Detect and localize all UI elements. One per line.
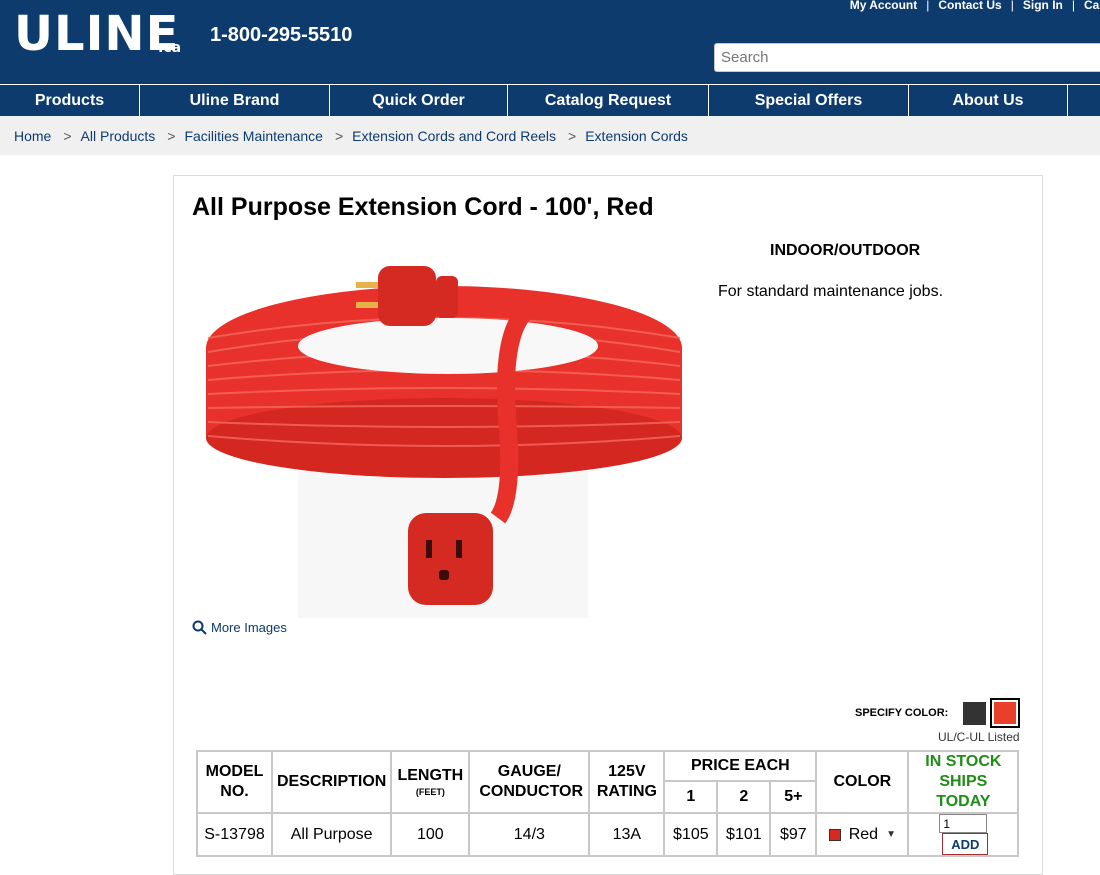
site-header: ULINE .ca 1-800-295-5510 My Account | Cont… [0,0,1100,84]
breadcrumb-separator: > [568,127,577,144]
nav-products[interactable]: Products [0,85,140,116]
in-stock-text: IN STOCK [925,753,1002,770]
header-length-text: LENGTH [397,767,464,784]
feature-heading: INDOOR/OUTDOOR [770,242,921,259]
header-gauge-text: GAUGE/ CONDUCTOR [479,763,584,800]
header-length: LENGTH (FEET) [390,750,471,814]
more-images-label: More Images [211,620,287,635]
nav-uline-brand[interactable]: Uline Brand [140,85,330,116]
breadcrumb: Home > All Products > Facilities Mainten… [0,116,1100,155]
header-gauge: GAUGE/ CONDUCTOR [468,750,591,814]
breadcrumb-facilities-maintenance[interactable]: Facilities Maintenance [184,128,323,144]
product-table: MODEL NO. DESCRIPTION LENGTH (FEET) GAUG… [196,749,1020,857]
nav-quick-order[interactable]: Quick Order [330,85,508,116]
breadcrumb-all-products[interactable]: All Products [81,128,156,144]
cell-length: 100 [390,812,471,857]
cell-description: All Purpose [270,812,393,857]
contact-us-link[interactable]: Contact Us [938,0,1001,12]
cell-price-5plus: $97 [769,812,818,857]
header-color: COLOR [815,750,910,814]
color-swatch-black[interactable] [963,702,986,725]
header-rating: 125V RATING [588,750,666,814]
specify-color-label: SPECIFY COLOR: [855,707,949,719]
sign-in-link[interactable]: Sign In [1023,0,1063,12]
header-stock: IN STOCK SHIPS TODAY [907,750,1020,814]
header-model: MODEL NO. [196,750,273,814]
nav-catalog-request[interactable]: Catalog Request [508,85,709,116]
divider: | [1010,0,1014,12]
header-qty-2: 2 [716,780,772,814]
feature-text: For standard maintenance jobs. [718,283,944,300]
nav-about-us[interactable]: About Us [909,85,1068,116]
chevron-down-icon: ▼ [886,829,896,840]
red-swatch-fill [994,702,1016,724]
nav-special-offers[interactable]: Special Offers [709,85,909,116]
cart-link[interactable]: Cart [1084,0,1100,12]
divider: | [926,0,930,12]
product-image[interactable] [198,248,692,618]
phone-number: 1-800-295-5510 [210,24,353,46]
header-rating-text: 125V RATING [596,763,657,800]
header-model-text: MODEL NO. [205,763,264,800]
page-title: All Purpose Extension Cord - 100', Red [192,193,654,221]
cell-gauge: 14/3 [468,812,591,857]
top-links: My Account | Contact Us | Sign In | Cart [850,0,1100,12]
breadcrumb-separator: > [63,127,72,144]
main-nav: Products Uline Brand Quick Order Catalog… [0,84,1100,116]
header-qty-5plus: 5+ [769,780,818,814]
red-color-icon [828,828,841,841]
cell-rating: 13A [588,812,666,857]
add-to-cart-button[interactable]: ADD [942,833,989,855]
table-row: S-13798 All Purpose 100 14/3 13A $105 $1… [196,812,1020,857]
search-input[interactable] [714,43,1100,72]
header-price-each: PRICE EACH [663,749,818,783]
breadcrumb-home[interactable]: Home [14,128,51,144]
quantity-input[interactable] [939,814,988,833]
header-length-unit: (FEET) [415,787,445,797]
divider: | [1071,0,1075,12]
breadcrumb-extension-cords-reels[interactable]: Extension Cords and Cord Reels [352,128,556,144]
breadcrumb-separator: > [167,127,176,144]
header-description: DESCRIPTION [270,750,393,814]
color-select[interactable]: Red ▼ [815,812,910,857]
cell-price-2: $101 [716,812,772,857]
ships-today-text: SHIPS TODAY [936,773,991,810]
uline-logo[interactable]: ULINE [14,8,179,60]
extension-cord-illustration [206,266,682,618]
color-select-content: Red ▼ [821,826,903,844]
magnifier-icon [192,620,207,635]
cell-price-1: $105 [663,812,719,857]
cell-add: ADD [907,812,1020,857]
header-qty-1: 1 [663,780,719,814]
breadcrumb-extension-cords[interactable]: Extension Cords [585,128,688,144]
cell-model: S-13798 [196,812,273,857]
certification-text: UL/C-UL Listed [938,730,1020,744]
breadcrumb-separator: > [334,127,344,144]
color-swatch-red[interactable] [990,698,1020,728]
color-select-value: Red [848,825,879,843]
my-account-link[interactable]: My Account [850,0,918,12]
more-images-link[interactable]: More Images [192,620,287,635]
logo-domain-suffix: .ca [158,40,182,56]
